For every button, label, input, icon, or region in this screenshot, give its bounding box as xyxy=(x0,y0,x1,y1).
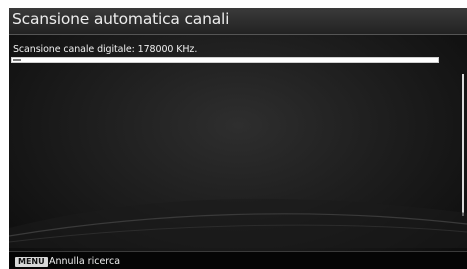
menu-key-icon[interactable]: MENU xyxy=(15,257,48,267)
footer-bar: MENU Annulla ricerca xyxy=(9,251,467,269)
scan-status: Scansione canale digitale: 178000 KHz. xyxy=(13,44,197,55)
scan-status-label: Scansione canale digitale: xyxy=(13,44,135,55)
scan-progress-bar xyxy=(11,57,439,63)
page-title: Scansione automatica canali xyxy=(12,10,230,28)
tv-screen: Scansione automatica canali Scansione ca… xyxy=(9,8,467,269)
title-bar: Scansione automatica canali xyxy=(9,8,467,35)
background-swoosh xyxy=(9,198,467,248)
cancel-search-label: Annulla ricerca xyxy=(49,256,121,267)
scan-progress-fill xyxy=(13,59,21,61)
scan-frequency: 178000 KHz. xyxy=(137,44,198,55)
